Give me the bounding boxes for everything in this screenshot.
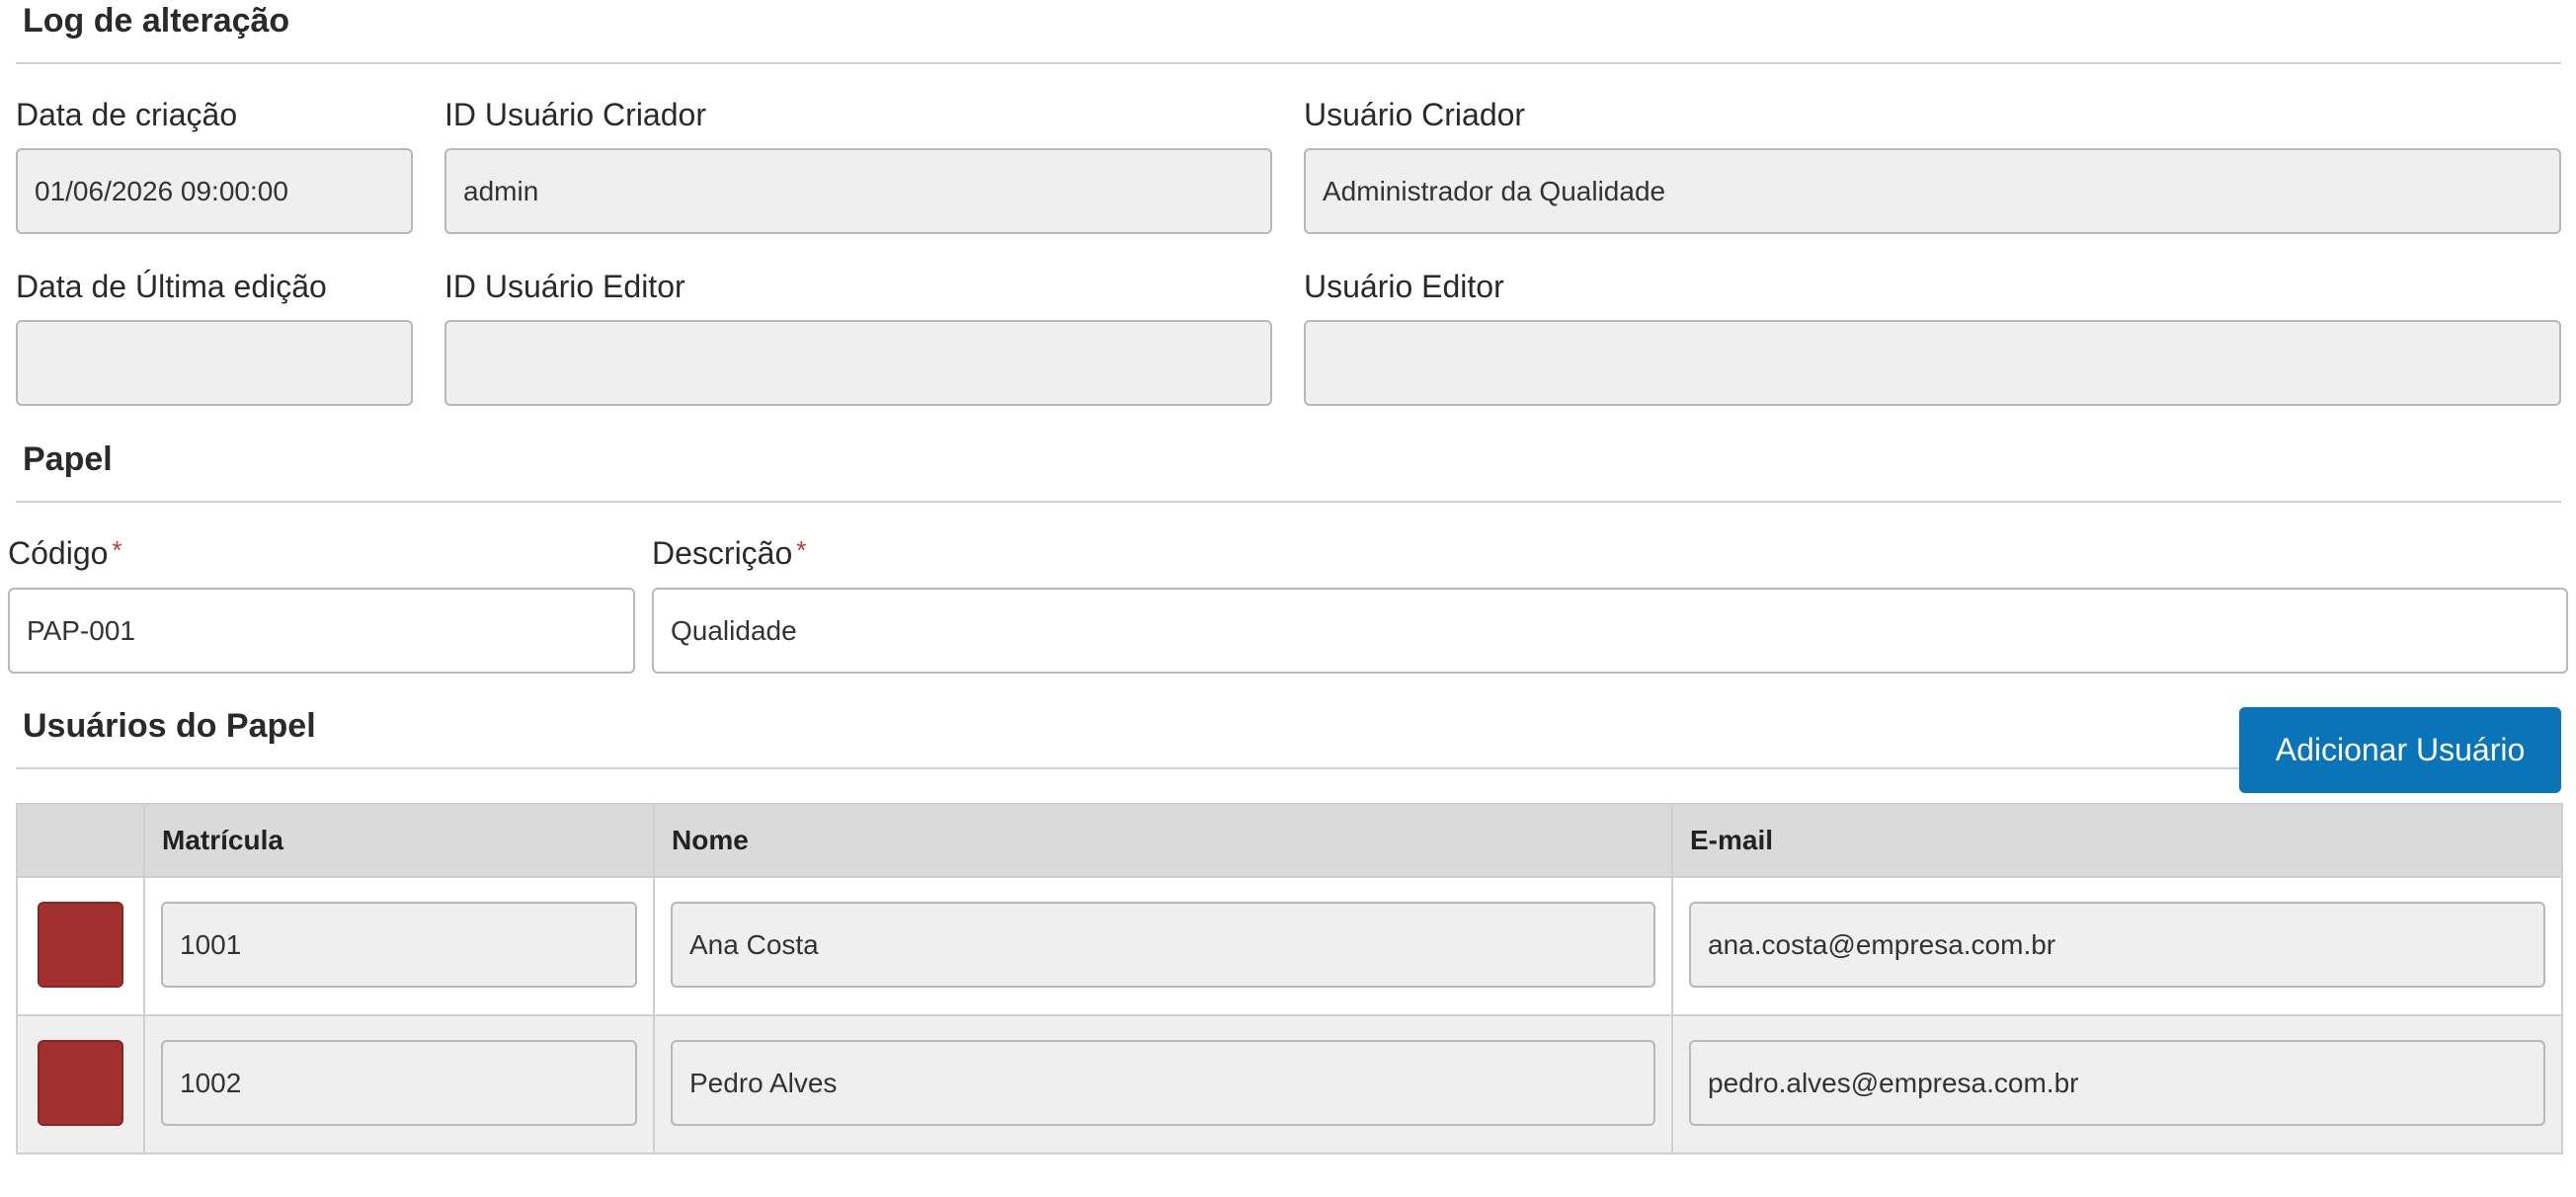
required-marker: * — [796, 535, 807, 565]
description-label: Descrição * — [652, 535, 806, 572]
matricula-field[interactable]: 1001 — [161, 902, 637, 988]
column-header-email: E-mail — [1671, 803, 2563, 878]
nome-field[interactable]: Ana Costa — [671, 902, 1655, 988]
remove-user-button[interactable] — [38, 1040, 123, 1126]
matricula-cell: 1002 — [143, 1014, 655, 1155]
last-edit-date-field[interactable] — [16, 320, 413, 406]
creator-user-field[interactable]: Administrador da Qualidade — [1304, 148, 2561, 234]
role-section-title: Papel — [23, 440, 113, 478]
email-field[interactable]: pedro.alves@empresa.com.br — [1689, 1040, 2545, 1126]
email-cell: ana.costa@empresa.com.br — [1671, 876, 2563, 1016]
code-input[interactable]: PAP-001 — [8, 588, 635, 674]
creator-user-label: Usuário Criador — [1304, 97, 1526, 132]
description-input[interactable]: Qualidade — [652, 588, 2568, 674]
column-header-matricula: Matrícula — [143, 803, 655, 878]
code-label: Código * — [8, 535, 122, 572]
table-row: 1002 Pedro Alves pedro.alves@empresa.com… — [16, 1014, 2563, 1155]
nome-cell: Pedro Alves — [653, 1014, 1673, 1155]
column-header-actions — [16, 803, 145, 878]
creator-id-label: ID Usuário Criador — [444, 97, 706, 132]
table-header-row: Matrícula Nome E-mail — [16, 803, 2563, 878]
nome-field[interactable]: Pedro Alves — [671, 1040, 1655, 1126]
email-cell: pedro.alves@empresa.com.br — [1671, 1014, 2563, 1155]
nome-cell: Ana Costa — [653, 876, 1673, 1016]
users-section-title: Usuários do Papel — [23, 707, 316, 745]
role-section-divider — [16, 501, 2561, 503]
description-label-text: Descrição — [652, 535, 793, 571]
last-edit-date-label: Data de Última edição — [16, 269, 327, 304]
column-header-nome: Nome — [653, 803, 1673, 878]
log-section-title: Log de alteração — [23, 2, 290, 40]
users-table: Matrícula Nome E-mail 1001 Ana Costa ana… — [16, 803, 2563, 1155]
matricula-cell: 1001 — [143, 876, 655, 1016]
log-section-divider — [16, 62, 2561, 64]
editor-user-label: Usuário Editor — [1304, 269, 1504, 304]
created-date-label: Data de criação — [16, 97, 238, 132]
editor-id-field[interactable] — [444, 320, 1272, 406]
actions-cell — [16, 876, 145, 1016]
matricula-field[interactable]: 1002 — [161, 1040, 637, 1126]
creator-id-field[interactable]: admin — [444, 148, 1272, 234]
email-field[interactable]: ana.costa@empresa.com.br — [1689, 902, 2545, 988]
required-marker: * — [112, 535, 122, 565]
actions-cell — [16, 1014, 145, 1155]
code-label-text: Código — [8, 535, 109, 571]
table-row: 1001 Ana Costa ana.costa@empresa.com.br — [16, 876, 2563, 1016]
add-user-button[interactable]: Adicionar Usuário — [2239, 707, 2561, 793]
editor-user-field[interactable] — [1304, 320, 2561, 406]
created-date-field[interactable]: 01/06/2026 09:00:00 — [16, 148, 413, 234]
remove-user-button[interactable] — [38, 902, 123, 988]
editor-id-label: ID Usuário Editor — [444, 269, 685, 304]
users-section-divider — [16, 767, 2239, 769]
